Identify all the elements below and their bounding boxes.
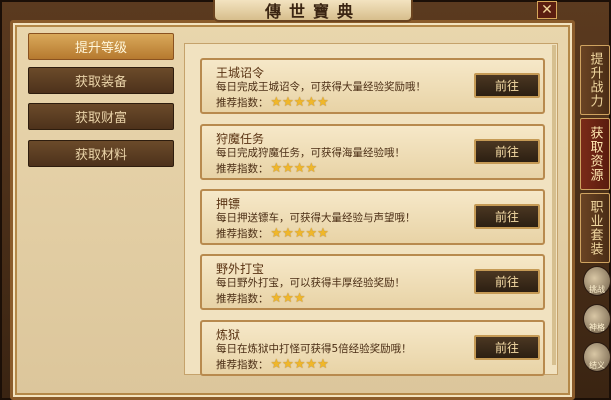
divinity-icon[interactable]: 神格 (583, 304, 611, 334)
rating-label: 推荐指数： (216, 97, 269, 109)
category-tab-materials[interactable]: 获取材料 (28, 140, 174, 167)
go-button[interactable]: 前往 (474, 139, 540, 164)
task-rating: 推荐指数： ★★★ (216, 291, 305, 306)
go-button[interactable]: 前往 (474, 204, 540, 229)
task-rating: 推荐指数： ★★★★★ (216, 95, 329, 110)
task-description: 每日押送镖车，可获得大量经验与声望哦！ (216, 212, 416, 224)
go-button[interactable]: 前往 (474, 335, 540, 360)
star-icon: ★★★★ (270, 161, 318, 176)
task-description: 每日完成王城诏令，可获得大量经验奖励哦！ (216, 81, 426, 93)
star-icon: ★★★★★ (270, 226, 329, 241)
rating-label: 推荐指数： (216, 228, 269, 240)
task-description: 每日完成狩魔任务，可获得海量经验哦！ (216, 147, 405, 159)
task-description: 每日野外打宝，可以获得丰厚经验奖励！ (216, 277, 405, 289)
rating-label: 推荐指数： (216, 163, 269, 175)
side-tab-class-set[interactable]: 职业套装 (580, 193, 610, 263)
side-tab-power[interactable]: 提升战力 (580, 45, 610, 115)
task-card: 押镖 每日押送镖车，可获得大量经验与声望哦！ 推荐指数： ★★★★★ 前往 (200, 189, 545, 245)
go-button[interactable]: 前往 (474, 73, 540, 98)
rating-label: 推荐指数： (216, 293, 269, 305)
star-icon: ★★★★★ (270, 95, 329, 110)
task-description: 每日在炼狱中打怪可获得5倍经验奖励哦！ (216, 343, 412, 355)
task-card: 王城诏令 每日完成王城诏令，可获得大量经验奖励哦！ 推荐指数： ★★★★★ 前往 (200, 58, 545, 114)
close-icon[interactable]: ✕ (537, 1, 557, 19)
side-tab-resources[interactable]: 获取资源 (580, 118, 610, 190)
category-tab-equipment[interactable]: 获取装备 (28, 67, 174, 94)
list-scrollbar[interactable] (552, 45, 556, 365)
task-rating: 推荐指数： ★★★★★ (216, 357, 329, 372)
window-title: 傳世寶典 (213, 0, 413, 22)
task-card: 炼狱 每日在炼狱中打怪可获得5倍经验奖励哦！ 推荐指数： ★★★★★ 前往 (200, 320, 545, 376)
task-card: 野外打宝 每日野外打宝，可以获得丰厚经验奖励！ 推荐指数： ★★★ 前往 (200, 254, 545, 310)
category-tab-level-up[interactable]: 提升等级 (28, 33, 174, 60)
sworn-brotherhood-icon[interactable]: 结义 (583, 342, 611, 372)
rating-label: 推荐指数： (216, 359, 269, 371)
go-button[interactable]: 前往 (474, 269, 540, 294)
task-rating: 推荐指数： ★★★★★ (216, 226, 329, 241)
category-tab-wealth[interactable]: 获取财富 (28, 103, 174, 130)
task-card: 狩魔任务 每日完成狩魔任务，可获得海量经验哦！ 推荐指数： ★★★★ 前往 (200, 124, 545, 180)
challenge-icon[interactable]: 挑战 (583, 266, 611, 296)
task-rating: 推荐指数： ★★★★ (216, 161, 317, 176)
star-icon: ★★★ (270, 291, 306, 306)
star-icon: ★★★★★ (270, 357, 329, 372)
